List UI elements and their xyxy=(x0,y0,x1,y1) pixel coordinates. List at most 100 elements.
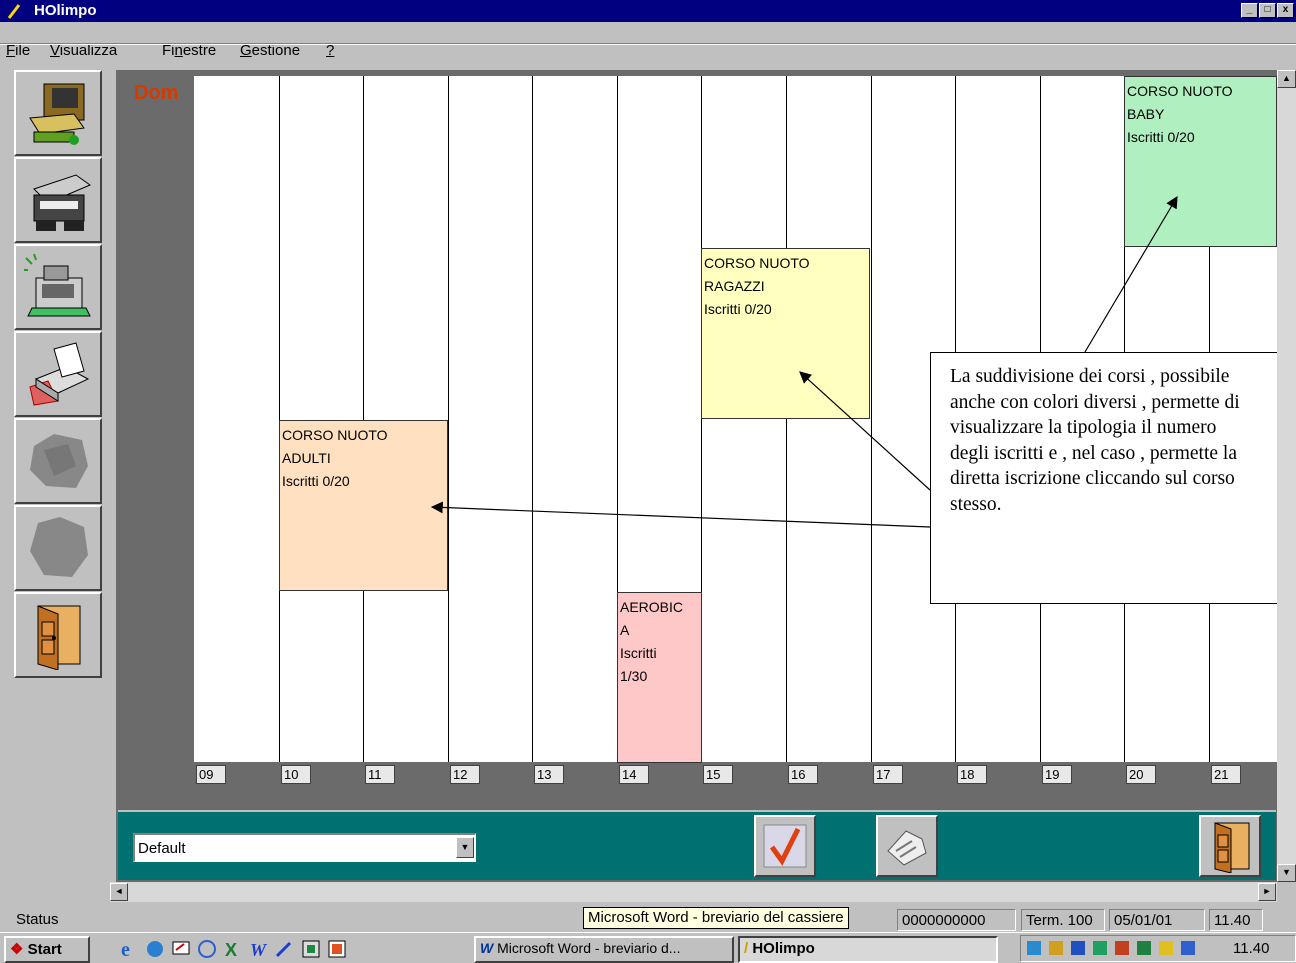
toolbar-button-cash-register[interactable] xyxy=(14,70,102,156)
svg-text:W: W xyxy=(250,940,268,960)
tray-clock: 11.40 xyxy=(1233,940,1270,957)
course-name: CORSO NUOTO xyxy=(1127,83,1233,99)
scroll-up-button[interactable]: ▲ xyxy=(1277,70,1296,88)
course-block-ragazzi[interactable]: CORSO NUOTO RAGAZZI Iscritti 0/20 xyxy=(701,248,870,419)
grid-line xyxy=(448,76,449,762)
confirm-button[interactable] xyxy=(754,815,816,877)
status-time: 11.40 xyxy=(1209,909,1263,931)
course-block-aerobica[interactable]: AEROBIC A Iscritti 1/30 xyxy=(617,592,702,763)
callout-line: degli iscritti e , nel caso , permette l… xyxy=(950,442,1237,464)
hands-icon xyxy=(887,830,927,866)
system-tray: 11.40 xyxy=(1020,935,1296,962)
course-enrolled: Iscritti xyxy=(620,645,657,661)
printer-icon xyxy=(29,342,90,406)
hour-label: 15 xyxy=(703,765,733,784)
course-block-adulti[interactable]: CORSO NUOTO ADULTI Iscritti 0/20 xyxy=(279,420,448,591)
callout-line: stesso. xyxy=(950,493,1002,515)
vertical-scrollbar[interactable]: ▲ ▼ xyxy=(1277,70,1296,882)
hour-label: 09 xyxy=(196,765,226,784)
scroll-left-button[interactable]: ◄ xyxy=(110,883,128,901)
course-block-baby[interactable]: CORSO NUOTO BABY Iscritti 0/20 xyxy=(1124,76,1277,247)
window-controls: _ □ x xyxy=(1241,3,1294,18)
course-name: A xyxy=(620,622,630,638)
horizontal-scrollbar[interactable]: ◄ ► xyxy=(110,882,1277,902)
disabled-tool-icon xyxy=(30,517,88,577)
task-holimpo[interactable]: / HOlimpo xyxy=(738,936,998,963)
exit-door-icon xyxy=(1214,822,1250,873)
dropdown-arrow-icon[interactable]: ▼ xyxy=(456,837,474,858)
callout-line: anche con colori diversi , permette di xyxy=(950,391,1240,413)
scroll-right-button[interactable]: ► xyxy=(1258,883,1276,901)
hour-label: 18 xyxy=(957,765,987,784)
paint-icon[interactable] xyxy=(274,938,296,960)
outlook-express-icon[interactable] xyxy=(144,938,166,960)
course-enrolled: Iscritti 0/20 xyxy=(1127,129,1195,145)
cash-register-icon xyxy=(29,83,85,145)
restore-button[interactable]: □ xyxy=(1259,3,1276,18)
callout-line: visualizzare la tipologia il numero xyxy=(950,417,1217,438)
course-name: AEROBIC xyxy=(620,599,684,615)
register-ringing-icon xyxy=(24,253,91,317)
profile-select-value: Default xyxy=(138,840,186,857)
hour-label: 14 xyxy=(619,765,649,784)
task-word[interactable]: W Microsoft Word - breviario d... xyxy=(474,936,734,963)
internet-explorer-icon[interactable]: e xyxy=(118,938,140,960)
hour-label: 21 xyxy=(1211,765,1241,784)
grid-line xyxy=(532,76,533,762)
left-toolbar xyxy=(14,70,104,680)
scroll-down-button[interactable]: ▼ xyxy=(1277,864,1296,882)
start-label: Start xyxy=(27,941,62,958)
grid-line xyxy=(279,76,280,762)
callout-line: La suddivisione dei corsi , possibile xyxy=(950,366,1230,387)
course-enrolled: Iscritti 0/20 xyxy=(704,301,772,317)
minimize-button[interactable]: _ xyxy=(1241,3,1258,18)
toolbar-button-disabled-1[interactable] xyxy=(14,418,102,504)
channels-icon[interactable] xyxy=(196,938,218,960)
app-icon xyxy=(7,4,21,19)
toolbar-button-printer[interactable] xyxy=(14,331,102,417)
word-icon: W xyxy=(480,940,494,956)
day-label: Dom xyxy=(134,82,179,104)
printer-machine-icon xyxy=(33,174,92,231)
word-icon[interactable]: W xyxy=(248,938,270,960)
excel-icon[interactable]: X xyxy=(222,938,244,960)
toolbar-button-printer-machine[interactable] xyxy=(14,157,102,243)
window-title: HOlimpo xyxy=(34,2,97,19)
grid-line xyxy=(363,76,364,762)
task-word-label: Microsoft Word - breviario d... xyxy=(497,940,681,956)
menu-bar: File Visualizza Finestre Gestione ? xyxy=(0,22,1296,68)
hour-label: 12 xyxy=(450,765,480,784)
hour-label: 11 xyxy=(365,765,395,784)
hour-label: 13 xyxy=(534,765,564,784)
annotation-callout: La suddivisione dei corsi , possibile anc… xyxy=(930,352,1296,604)
confirm-check-icon xyxy=(763,824,807,868)
tray-icons[interactable] xyxy=(1027,939,1227,959)
hour-label: 20 xyxy=(1126,765,1156,784)
course-name: CORSO NUOTO xyxy=(704,255,810,271)
profile-select[interactable]: Default ▼ xyxy=(133,833,476,862)
course-name: BABY xyxy=(1127,106,1165,122)
title-bar[interactable]: HOlimpo _ □ x xyxy=(0,0,1296,22)
menu-separator xyxy=(0,43,1296,45)
exit-button[interactable] xyxy=(1199,815,1261,877)
disabled-tool-icon xyxy=(30,434,88,488)
hour-label: 10 xyxy=(281,765,311,784)
powerpoint-icon[interactable] xyxy=(326,938,348,960)
desktop-icon[interactable] xyxy=(170,938,192,960)
hour-label: 17 xyxy=(873,765,903,784)
hour-label: 19 xyxy=(1042,765,1072,784)
status-text: Status xyxy=(16,911,59,928)
start-button[interactable]: ❖ Start xyxy=(4,936,90,963)
tooltip: Microsoft Word - breviario del cassiere xyxy=(583,907,849,929)
hour-label: 16 xyxy=(788,765,818,784)
hands-button[interactable] xyxy=(876,815,938,877)
svg-text:e: e xyxy=(121,939,130,960)
toolbar-button-exit[interactable] xyxy=(14,592,102,678)
toolbar-button-register-ringing[interactable] xyxy=(14,244,102,330)
close-button[interactable]: x xyxy=(1277,3,1294,18)
exit-door-icon xyxy=(37,605,81,670)
status-date: 05/01/01 xyxy=(1109,909,1205,931)
access-icon[interactable] xyxy=(300,938,322,960)
toolbar-button-disabled-2[interactable] xyxy=(14,505,102,591)
course-name: RAGAZZI xyxy=(704,278,765,294)
